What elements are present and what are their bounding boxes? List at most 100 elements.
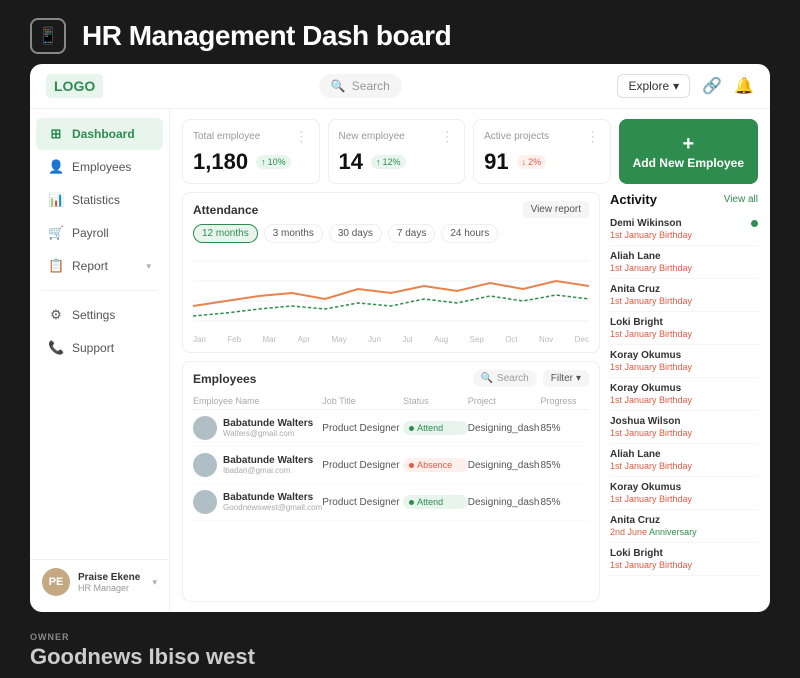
activity-item: Loki Bright 1st January Birthday: [610, 312, 758, 345]
emp-name: Babatunde Walters: [223, 455, 313, 466]
arrow-down-icon: ↓: [522, 157, 527, 167]
filter-30days[interactable]: 30 days: [329, 224, 382, 243]
notification-button[interactable]: 🔔: [734, 76, 754, 96]
stat-more-icon[interactable]: ⋮: [586, 128, 600, 145]
dashboard-icon: ⊞: [48, 126, 64, 142]
stat-label: Total employee ⋮: [193, 128, 309, 145]
activity-item: Loki Bright 1st January Birthday: [610, 543, 758, 576]
owner-name: Goodnews Ibiso west: [30, 644, 770, 670]
sidebar-item-support[interactable]: 📞 Support: [36, 332, 163, 364]
plus-icon: +: [682, 134, 694, 154]
emp-email: Goodnewswest@gmail.com: [223, 503, 322, 512]
activity-sub: 2nd June Anniversary: [610, 527, 758, 537]
stat-value: 1,180: [193, 149, 248, 175]
stat-value-row: 14 ↑ 12%: [339, 149, 455, 175]
status-dot: [409, 426, 414, 431]
activity-sub: 1st January Birthday: [610, 329, 758, 339]
statistics-icon: 📊: [48, 192, 64, 208]
sidebar-item-dashboard[interactable]: ⊞ Dashboard: [36, 118, 163, 150]
activity-sub: 1st January Birthday: [610, 428, 758, 438]
chevron-down-icon: ▾: [673, 79, 679, 93]
employees-controls: 🔍 Search Filter ▾: [473, 370, 589, 387]
time-filters: 12 months 3 months 30 days 7 days 24 hou…: [193, 224, 589, 243]
report-icon: 📋: [48, 258, 64, 274]
arrow-up-icon: ↑: [261, 157, 266, 167]
sidebar-label-settings: Settings: [72, 308, 115, 322]
sidebar-item-employees[interactable]: 👤 Employees: [36, 151, 163, 183]
left-panel: Attendance View report 12 months 3 month…: [182, 192, 600, 602]
stat-label: Active projects ⋮: [484, 128, 600, 145]
chevron-down-icon: ▾: [152, 577, 157, 588]
employees-header: Employees 🔍 Search Filter ▾: [193, 370, 589, 387]
user-role: HR Manager: [78, 583, 144, 593]
right-panel: Activity View all Demi Wikinson 1st Janu…: [610, 192, 758, 602]
emp-name-cell: Babatunde Walters Walters@gmail.com: [193, 416, 322, 440]
main-content: Total employee ⋮ 1,180 ↑ 10% New employe…: [170, 109, 770, 612]
activity-item: Demi Wikinson 1st January Birthday: [610, 213, 758, 246]
sidebar-label-payroll: Payroll: [72, 226, 109, 240]
col-status: Status: [403, 396, 468, 406]
activity-item: Aliah Lane 1st January Birthday: [610, 246, 758, 279]
col-progress: Progress: [541, 396, 590, 406]
stat-badge-up: ↑ 10%: [256, 155, 291, 169]
view-report-button[interactable]: View report: [523, 201, 589, 218]
share-button[interactable]: 🔗: [702, 76, 722, 96]
user-info: Praise Ekene HR Manager: [78, 572, 144, 593]
employees-card: Employees 🔍 Search Filter ▾: [182, 361, 600, 602]
emp-progress: 85%: [541, 460, 590, 471]
filter-12months[interactable]: 12 months: [193, 224, 258, 243]
activity-list: Demi Wikinson 1st January Birthday Aliah…: [610, 213, 758, 576]
search-icon: 🔍: [481, 373, 493, 384]
sidebar: ⊞ Dashboard 👤 Employees 📊 Statistics 🛒 P…: [30, 109, 170, 612]
activity-sub: 1st January Birthday: [610, 461, 758, 471]
filter-24hours[interactable]: 24 hours: [441, 224, 498, 243]
filter-button[interactable]: Filter ▾: [543, 370, 589, 387]
employee-search[interactable]: 🔍 Search: [473, 370, 537, 387]
search-bar[interactable]: 🔍 Search: [319, 74, 402, 98]
emp-avatar: [193, 416, 217, 440]
stat-more-icon[interactable]: ⋮: [440, 128, 454, 145]
activity-sub: 1st January Birthday: [610, 230, 758, 240]
activity-indicator-dot: [751, 220, 758, 227]
activity-sub: 1st January Birthday: [610, 560, 758, 570]
sidebar-item-settings[interactable]: ⚙ Settings: [36, 299, 163, 331]
activity-item: Koray Okumus 1st January Birthday: [610, 378, 758, 411]
activity-item: Koray Okumus 1st January Birthday: [610, 477, 758, 510]
support-icon: 📞: [48, 340, 64, 356]
sidebar-label-report: Report: [72, 259, 108, 273]
add-employee-button[interactable]: + Add New Employee: [619, 119, 758, 184]
emp-job: Product Designer: [322, 423, 403, 434]
filter-3months[interactable]: 3 months: [264, 224, 323, 243]
emp-avatar: [193, 490, 217, 514]
owner-label: OWNER: [30, 632, 770, 642]
sidebar-item-report[interactable]: 📋 Report ▾: [36, 250, 163, 282]
emp-name: Babatunde Walters: [223, 418, 313, 429]
table-row: Babatunde Walters Goodnewswest@gmail.com…: [193, 484, 589, 521]
user-profile[interactable]: PE Praise Ekene HR Manager ▾: [30, 559, 169, 604]
view-all-button[interactable]: View all: [724, 194, 758, 205]
card-topbar: LOGO 🔍 Search Explore ▾ 🔗 🔔: [30, 64, 770, 109]
stat-more-icon[interactable]: ⋮: [295, 128, 309, 145]
payroll-icon: 🛒: [48, 225, 64, 241]
activity-title: Activity: [610, 192, 657, 207]
activity-item: Joshua Wilson 1st January Birthday: [610, 411, 758, 444]
emp-project: Designing_dash: [468, 460, 541, 471]
status-badge: Attend: [403, 495, 468, 509]
sidebar-item-statistics[interactable]: 📊 Statistics: [36, 184, 163, 216]
add-employee-label: Add New Employee: [633, 156, 744, 170]
status-badge: Absence: [403, 458, 468, 472]
status-dot: [409, 463, 414, 468]
sidebar-item-payroll[interactable]: 🛒 Payroll: [36, 217, 163, 249]
settings-icon: ⚙: [48, 307, 64, 323]
emp-progress: 85%: [541, 497, 590, 508]
search-placeholder: Search: [352, 79, 390, 93]
filter-7days[interactable]: 7 days: [388, 224, 435, 243]
logo: LOGO: [46, 74, 103, 98]
activity-item: Anita Cruz 1st January Birthday: [610, 279, 758, 312]
col-job-title: Job Title: [322, 396, 403, 406]
page-footer: OWNER Goodnews Ibiso west: [0, 624, 800, 678]
main-card: LOGO 🔍 Search Explore ▾ 🔗 🔔 ⊞ Dashboard: [30, 64, 770, 612]
explore-button[interactable]: Explore ▾: [617, 74, 690, 98]
stat-new-employee: New employee ⋮ 14 ↑ 12%: [328, 119, 466, 184]
emp-name-cell: Babatunde Walters Ibadan@gmai.com: [193, 453, 322, 477]
